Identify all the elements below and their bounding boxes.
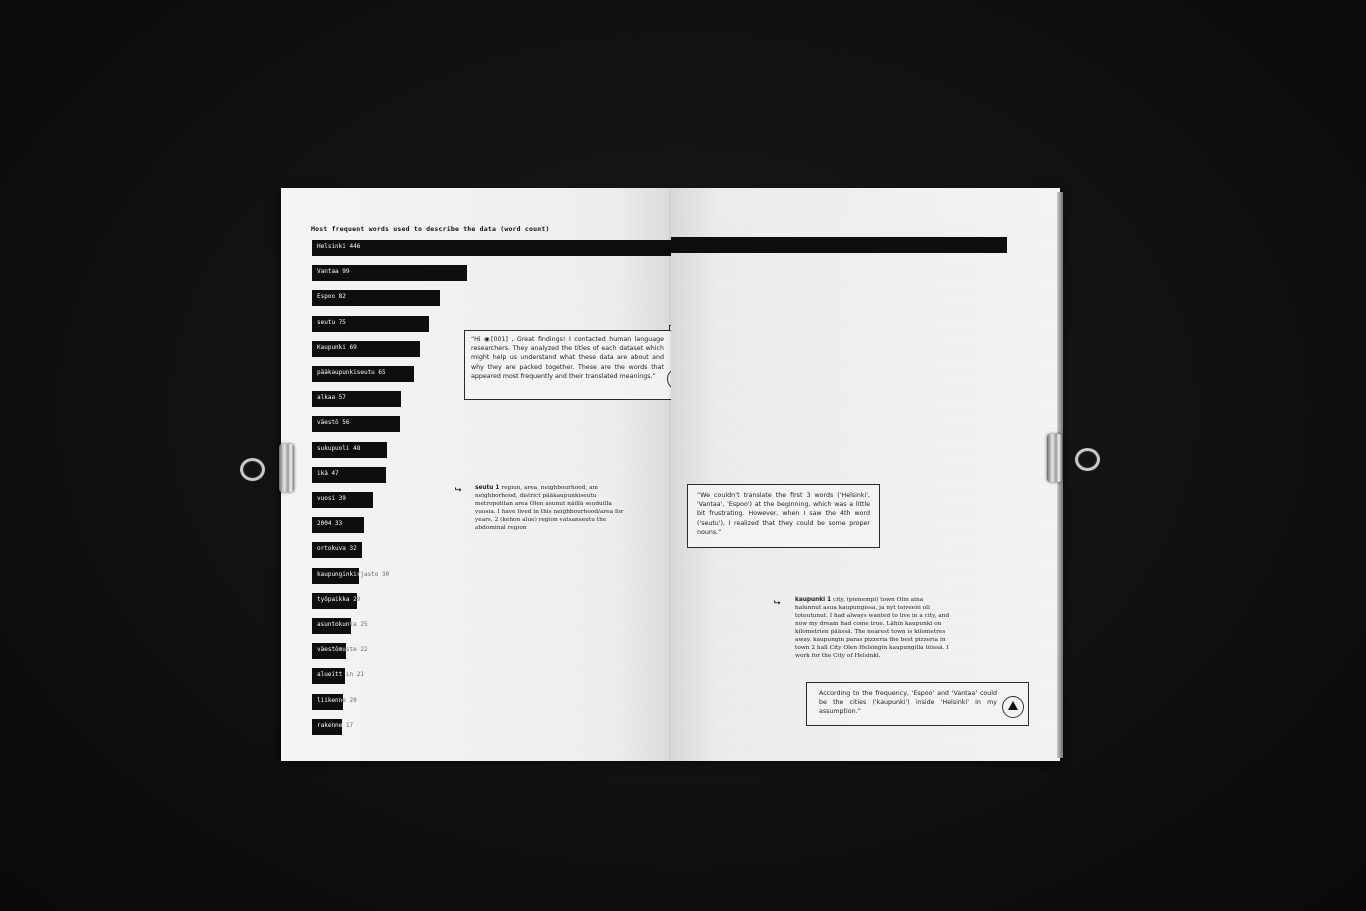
pointer-arrow-icon: ⮡ bbox=[774, 598, 781, 607]
kaupunki-headword: kaupunki 1 bbox=[795, 597, 832, 603]
bar-label: alkaa 57 bbox=[317, 394, 346, 402]
seutu-headword: seutu 1 bbox=[475, 485, 500, 491]
bar-label: Vantaa 99 bbox=[317, 268, 350, 276]
kaupunki-definition: city, (pienempi) town Olin aina halunnut… bbox=[795, 597, 950, 659]
frequency-callout-text: According to the frequency, 'Espoo' and … bbox=[819, 690, 997, 716]
translate-callout: “We couldn’t translate the first 3 words… bbox=[687, 484, 880, 548]
bar-label: 2004 33 bbox=[317, 520, 343, 528]
bar-label: työpaikka 29 bbox=[317, 595, 361, 603]
bar bbox=[312, 240, 671, 256]
bar-label: Kaupunki 69 bbox=[317, 343, 357, 351]
right-page: “We couldn’t translate the first 3 words… bbox=[671, 188, 1060, 761]
open-booklet: Most frequent words used to describe the… bbox=[281, 188, 1063, 761]
bar-label: väestö 56 bbox=[317, 419, 350, 427]
chart-title: Most frequent words used to describe the… bbox=[311, 225, 550, 233]
bar-label: sukupuoli 48 bbox=[317, 444, 361, 452]
kaupunki-dictionary-entry: kaupunki 1 city, (pienempi) town Olin ai… bbox=[795, 596, 950, 660]
bar-label: pääkaupunkiseutu 65 bbox=[317, 369, 386, 376]
frequency-callout: According to the frequency, 'Espoo' and … bbox=[806, 682, 1029, 726]
seutu-definition: region, area, neighbourhood, am neighbor… bbox=[475, 485, 624, 531]
translate-callout-text: “We couldn’t translate the first 3 words… bbox=[697, 492, 870, 536]
pointer-arrow-icon: ⮡ bbox=[455, 485, 462, 494]
background-dictionary-text bbox=[681, 194, 1056, 754]
researcher-callout-text: “Hi ◉[001] , Great findings! I contacted… bbox=[471, 336, 664, 380]
triangle-badge-icon bbox=[1002, 696, 1024, 718]
bar-label: seutu 75 bbox=[317, 318, 346, 326]
helsinki-bar-continuation bbox=[671, 237, 1007, 253]
bar-label: Helsinki 446 bbox=[317, 243, 361, 250]
bar-label: vuosi 39 bbox=[317, 495, 346, 502]
left-page: Most frequent words used to describe the… bbox=[281, 188, 671, 761]
bar-label: ikä 47 bbox=[317, 469, 339, 477]
seutu-dictionary-entry: seutu 1 region, area, neighbourhood, am … bbox=[475, 484, 630, 532]
researcher-callout: “Hi ◉[001] , Great findings! I contacted… bbox=[464, 330, 671, 400]
bar-label: Espoo 82 bbox=[317, 293, 346, 301]
bar-label: ortokuva 32 bbox=[317, 545, 357, 553]
